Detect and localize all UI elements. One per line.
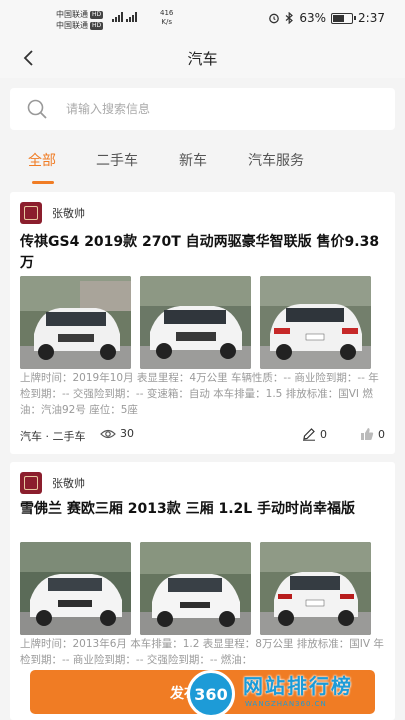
category-tabs: 全部 二手车 新车 汽车服务 — [0, 140, 405, 184]
search-icon — [27, 99, 47, 119]
post-title[interactable]: 雪佛兰 赛欧三厢 2013款 三厢 1.2L 手动时尚幸福版 — [20, 499, 385, 520]
author-name: 张敬帅 — [52, 477, 85, 490]
comment-count[interactable]: 0 — [302, 427, 327, 441]
photo-row — [20, 276, 371, 369]
thumbs-up-icon — [361, 428, 374, 440]
post-category: 汽车 · 二手车 — [20, 430, 86, 443]
tab-new-car[interactable]: 新车 — [179, 150, 207, 170]
car-photo[interactable] — [140, 276, 251, 369]
bluetooth-icon — [285, 12, 294, 24]
carrier-info: 中国联通 HD 中国联通 HD — [56, 9, 104, 31]
signal-icon — [112, 12, 137, 22]
post-footer: 汽车 · 二手车 30 0 0 — [20, 426, 385, 444]
carrier-2: 中国联通 — [56, 21, 88, 30]
alarm-icon — [269, 13, 280, 24]
like-count[interactable]: 0 — [360, 427, 385, 441]
tab-used-car[interactable]: 二手车 — [96, 150, 138, 170]
eye-icon — [100, 429, 116, 438]
post-author[interactable]: 张敬帅 — [20, 472, 85, 494]
pencil-icon — [303, 428, 315, 441]
watermark-logo: 360 网站排行榜 WANGZHAN360.CN — [187, 668, 397, 720]
tab-car-service[interactable]: 汽车服务 — [248, 150, 304, 170]
tab-all[interactable]: 全部 — [28, 150, 56, 170]
carrier-1: 中国联通 — [56, 10, 88, 19]
car-photo[interactable] — [140, 542, 251, 635]
photo-row — [20, 542, 371, 635]
clock: 2:37 — [358, 11, 385, 25]
search-box[interactable] — [10, 88, 395, 130]
car-photo[interactable] — [260, 542, 371, 635]
avatar — [20, 472, 42, 494]
car-photo[interactable] — [260, 276, 371, 369]
view-count: 30 — [100, 427, 134, 440]
post-author[interactable]: 张敬帅 — [20, 202, 85, 224]
network-speed: 416 K/s — [160, 9, 174, 26]
post-card[interactable]: 张敬帅 传祺GS4 2019款 270T 自动两驱豪华智联版 售价9.38万 上… — [10, 192, 395, 454]
avatar — [20, 202, 42, 224]
active-tab-indicator — [32, 181, 54, 184]
nav-bar: 汽车 — [0, 38, 405, 78]
hd-badge: HD — [90, 10, 104, 19]
car-photo[interactable] — [20, 542, 131, 635]
watermark-subtext: WANGZHAN360.CN — [245, 700, 327, 708]
search-area — [0, 78, 405, 140]
search-input[interactable] — [66, 98, 366, 120]
status-bar: 中国联通 HD 中国联通 HD 416 K/s 63% 2:37 — [0, 0, 405, 38]
post-description: 上牌时间：2019年10月 表显里程：4万公里 车辆性质：-- 商业险到期：--… — [20, 372, 379, 416]
battery-icon — [331, 12, 357, 24]
watermark-badge: 360 — [187, 670, 235, 718]
watermark-text: 网站排行榜 — [243, 674, 353, 698]
post-description: 上牌时间：2013年6月 本车排量：1.2 表显里程：8万公里 排放标准：国IV… — [20, 638, 384, 666]
status-right: 63% 2:37 — [268, 11, 385, 25]
battery-percent: 63% — [299, 11, 327, 25]
post-title[interactable]: 传祺GS4 2019款 270T 自动两驱豪华智联版 售价9.38万 — [20, 232, 385, 274]
hd-badge: HD — [90, 21, 104, 30]
page-title: 汽车 — [187, 50, 218, 68]
author-name: 张敬帅 — [52, 207, 85, 220]
car-photo[interactable] — [20, 276, 131, 369]
